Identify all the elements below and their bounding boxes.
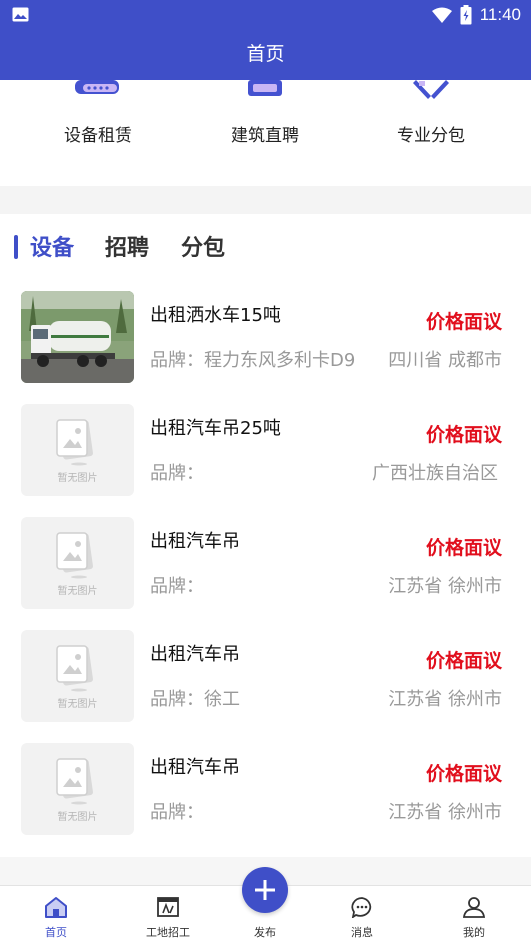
tab-recruitment[interactable]: 招聘 [105, 230, 149, 262]
no-image-text: 暂无图片 [57, 473, 98, 484]
no-image-text: 暂无图片 [57, 812, 98, 823]
listing-location: 广西壮族自治区 [372, 463, 498, 484]
listing-title: 出租汽车吊25吨 [150, 418, 281, 439]
category-direct-hiring[interactable]: 建筑直聘 [180, 80, 350, 186]
home-icon [45, 897, 67, 918]
listing-price: 价格面议 [425, 424, 502, 446]
brand-label: 品牌： [150, 802, 204, 823]
listing-brand: 品牌：徐工 [150, 685, 240, 711]
category-grid: 设备租赁 建筑直聘 专业分包 [0, 80, 531, 186]
tab-bar-profile[interactable]: 我的 [421, 886, 527, 946]
listing-brand: 品牌： [150, 459, 204, 485]
status-time: 11:40 [479, 5, 521, 24]
brand-label: 品牌： [150, 463, 204, 484]
tab-bar-label: 首页 [45, 926, 67, 939]
listing-location: 江苏省 徐州市 [388, 689, 502, 710]
listing-tabs [0, 214, 531, 280]
listing-brand: 品牌： [150, 572, 204, 598]
listing-title: 出租洒水车15吨 [150, 305, 281, 326]
listing-title: 出租汽车吊 [150, 644, 240, 665]
brand-value: 徐工 [204, 689, 240, 710]
listing-location: 江苏省 徐州市 [388, 576, 502, 597]
tab-bar-label: 我的 [463, 926, 485, 939]
wifi-icon [431, 7, 452, 23]
listing-brand: 品牌：程力东风多利卡D9 [150, 346, 355, 372]
listing-brand: 品牌： [150, 798, 204, 824]
tab-equipment[interactable]: 设备 [30, 230, 74, 262]
listing-title: 出租汽车吊 [150, 531, 240, 552]
hardhat-icon [248, 80, 282, 96]
listing-price: 价格面议 [425, 537, 502, 559]
image-icon [12, 7, 29, 22]
brand-value: 程力东风多利卡D9 [204, 350, 356, 371]
tab-bar-label: 发布 [254, 926, 276, 939]
listing-price: 价格面议 [425, 763, 502, 785]
listing-price: 价格面议 [425, 650, 502, 672]
listing-location: 江苏省 徐州市 [388, 802, 502, 823]
listing-photo-placeholder: 暂无图片 [21, 517, 134, 609]
user-icon [462, 897, 486, 918]
list-item[interactable]: 暂无图片 出租汽车吊25吨 价格面议 品牌： 广西壮族自治区 [0, 393, 531, 506]
status-bar: 11:40 [0, 0, 531, 30]
listing-price: 价格面议 [425, 311, 502, 333]
category-label: 设备租赁 [64, 126, 132, 146]
no-image-text: 暂无图片 [57, 699, 98, 710]
listing-title: 出租汽车吊 [150, 757, 240, 778]
tab-bar-label: 工地招工 [146, 926, 190, 939]
no-image-text: 暂无图片 [57, 586, 98, 597]
category-label: 专业分包 [397, 126, 465, 146]
tab-bar-home[interactable]: 首页 [3, 886, 109, 946]
brand-label: 品牌： [150, 576, 204, 597]
category-subcontract[interactable]: 专业分包 [346, 80, 516, 186]
tools-icon [413, 80, 449, 99]
chat-icon [351, 897, 372, 918]
plus-icon [255, 880, 275, 900]
listing-photo [21, 291, 134, 383]
brand-label: 品牌： [150, 689, 204, 710]
brand-label: 品牌： [150, 350, 204, 371]
category-equipment-rental[interactable]: 设备租赁 [13, 80, 183, 186]
section-divider [0, 186, 531, 214]
tab-bar-messages[interactable]: 消息 [309, 886, 415, 946]
list-item[interactable]: 暂无图片 出租汽车吊 价格面议 品牌： 江苏省 徐州市 [0, 506, 531, 619]
list-item[interactable]: 出租洒水车15吨 价格面议 品牌：程力东风多利卡D9 四川省 成都市 [0, 280, 531, 393]
worksite-icon [157, 897, 179, 917]
listing-photo-placeholder: 暂无图片 [21, 630, 134, 722]
publish-button[interactable] [242, 867, 288, 913]
listing-photo-placeholder: 暂无图片 [21, 743, 134, 835]
listing-location: 四川省 成都市 [388, 350, 502, 371]
tab-bar-worksite[interactable]: 工地招工 [115, 886, 221, 946]
list-item[interactable]: 暂无图片 出租汽车吊 价格面议 品牌： 江苏省 徐州市 [0, 732, 531, 845]
list-item[interactable]: 暂无图片 出租汽车吊 价格面议 品牌：徐工 江苏省 徐州市 [0, 619, 531, 732]
water-truck-photo [21, 291, 134, 383]
battery-icon [460, 5, 472, 25]
active-tab-indicator [14, 235, 18, 259]
truck-icon [75, 80, 119, 94]
page-title: 首页 [0, 30, 531, 80]
tab-subcontract[interactable]: 分包 [181, 230, 225, 262]
listing-photo-placeholder: 暂无图片 [21, 404, 134, 496]
tab-bar-label: 消息 [351, 926, 373, 939]
category-label: 建筑直聘 [231, 126, 299, 146]
